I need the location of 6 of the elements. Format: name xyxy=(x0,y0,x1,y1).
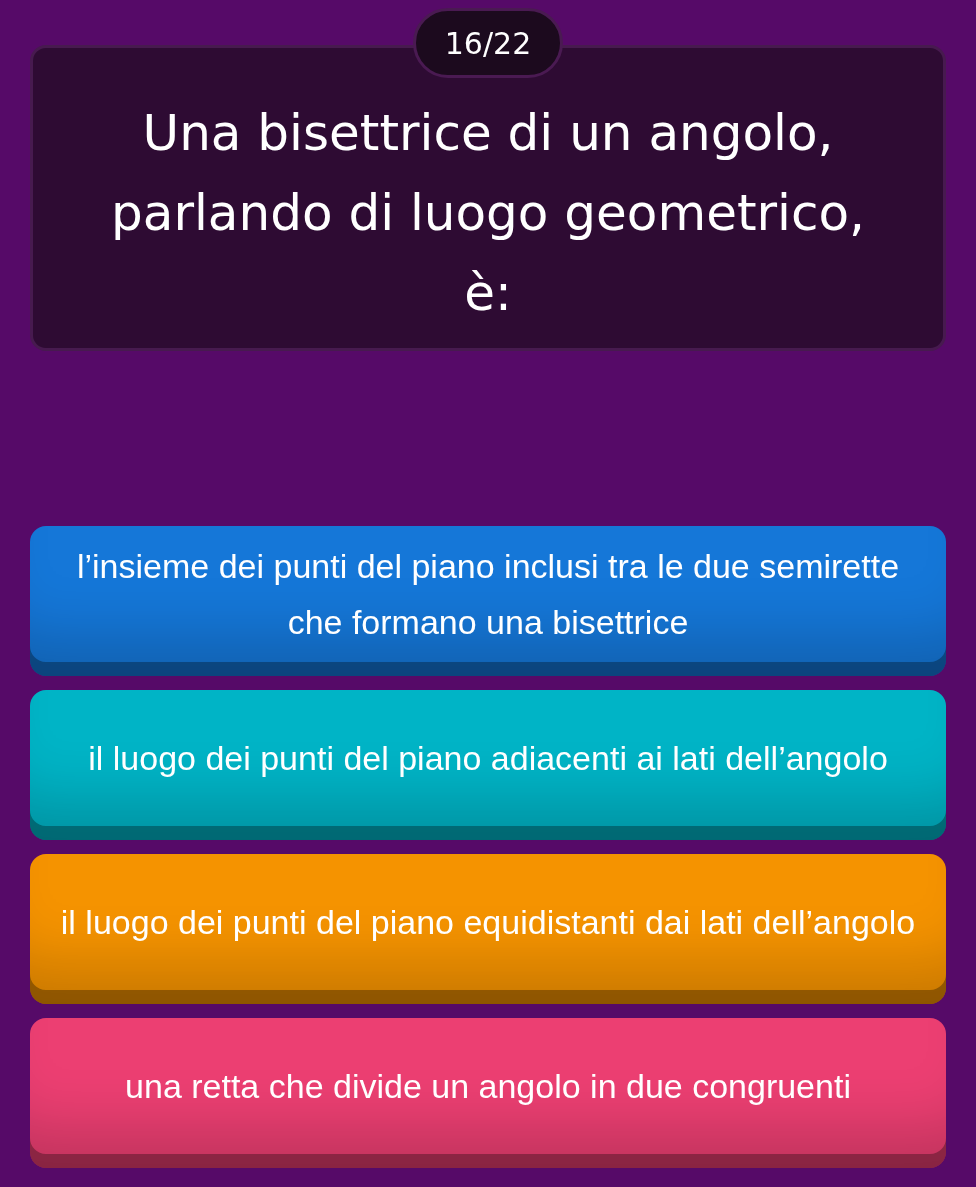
question-text: Una bisettrice di un angolo, parlando di luogo geometrico, è: xyxy=(110,103,866,324)
answer-option[interactable]: il luogo dei punti del piano adiacenti ai lati dell’angolo xyxy=(30,690,946,840)
question-counter: 16/22 xyxy=(413,8,563,78)
answer-option[interactable]: il luogo dei punti del piano equidistanti dai lati dell’angolo xyxy=(30,854,946,1004)
answer-option[interactable]: una retta che divide un angolo in due congruenti xyxy=(30,1018,946,1168)
answer-option[interactable]: l’insieme dei punti del piano inclusi tra le due semirette che formano una bisettrice xyxy=(30,526,946,676)
